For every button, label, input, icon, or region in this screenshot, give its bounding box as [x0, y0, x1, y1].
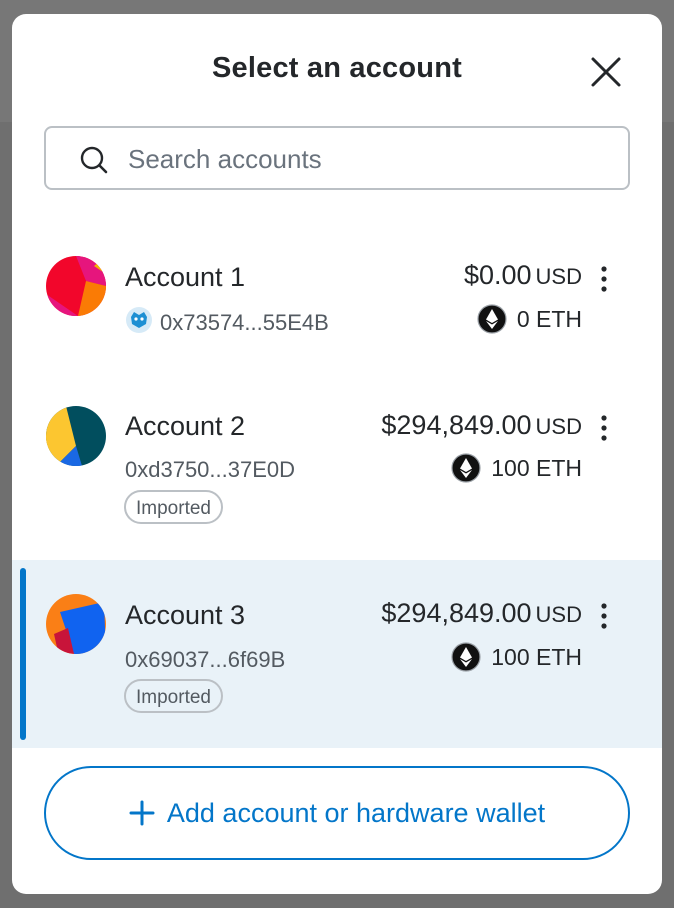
account-address: 0xd3750...37E0D: [125, 457, 296, 482]
account-options-button[interactable]: [594, 601, 614, 631]
fiat-value: $0.00: [463, 260, 532, 290]
account-address: 0x73574...55E4B: [160, 310, 329, 335]
account-name: Account 3: [125, 600, 246, 630]
fiat-balance: $294,849.00 USD: [381, 598, 582, 629]
avatar: [46, 406, 106, 466]
eth-value: 0 ETH: [516, 305, 582, 332]
kebab-menu-icon: [601, 266, 607, 292]
ethereum-icon: [451, 453, 481, 483]
eth-value: 100 ETH: [491, 454, 582, 481]
plus-icon: [129, 800, 155, 826]
account-row[interactable]: Account 1 0x73574...55E4B $0.00 USD 0 ETH: [12, 214, 662, 354]
fiat-currency: USD: [535, 602, 582, 627]
search-icon: [80, 146, 108, 174]
add-account-button[interactable]: Add account or hardware wallet: [44, 766, 630, 860]
search-field[interactable]: [44, 126, 630, 190]
ethereum-icon: [477, 304, 507, 334]
eth-value: 100 ETH: [491, 643, 582, 670]
account-select-modal: Select an account Account 1: [12, 14, 662, 894]
account-row-selected[interactable]: Account 3 0x69037...6f69B Imported $294,…: [12, 560, 662, 748]
kebab-menu-icon: [601, 603, 607, 629]
account-name: Account 1: [125, 262, 246, 292]
account-address: 0x69037...6f69B: [125, 647, 286, 672]
account-options-button[interactable]: [594, 264, 614, 294]
close-icon: [591, 57, 621, 87]
account-row[interactable]: Account 2 0xd3750...37E0D Imported $294,…: [12, 364, 662, 549]
eth-balance: 100 ETH: [451, 453, 582, 483]
avatar: [46, 594, 106, 654]
fiat-value: $294,849.00: [381, 410, 532, 440]
account-options-button[interactable]: [594, 413, 614, 443]
add-account-label: Add account or hardware wallet: [166, 797, 546, 828]
selected-indicator: [20, 568, 26, 740]
kebab-menu-icon: [601, 415, 607, 441]
account-name: Account 2: [125, 411, 246, 441]
fiat-value: $294,849.00: [381, 598, 532, 628]
snap-fox-icon: [126, 307, 152, 333]
ethereum-icon: [451, 642, 481, 672]
search-input[interactable]: [126, 138, 610, 180]
eth-balance: 0 ETH: [477, 304, 582, 334]
fiat-currency: USD: [535, 414, 582, 439]
imported-badge: Imported: [124, 679, 223, 713]
fiat-balance: $0.00 USD: [464, 260, 582, 291]
modal-header: Select an account: [12, 14, 662, 124]
fiat-balance: $294,849.00 USD: [381, 410, 582, 441]
close-button[interactable]: [586, 52, 626, 92]
fiat-currency: USD: [535, 264, 582, 289]
modal-title: Select an account: [212, 52, 462, 84]
imported-badge: Imported: [124, 490, 223, 524]
eth-balance: 100 ETH: [451, 642, 582, 672]
avatar: [46, 256, 106, 316]
